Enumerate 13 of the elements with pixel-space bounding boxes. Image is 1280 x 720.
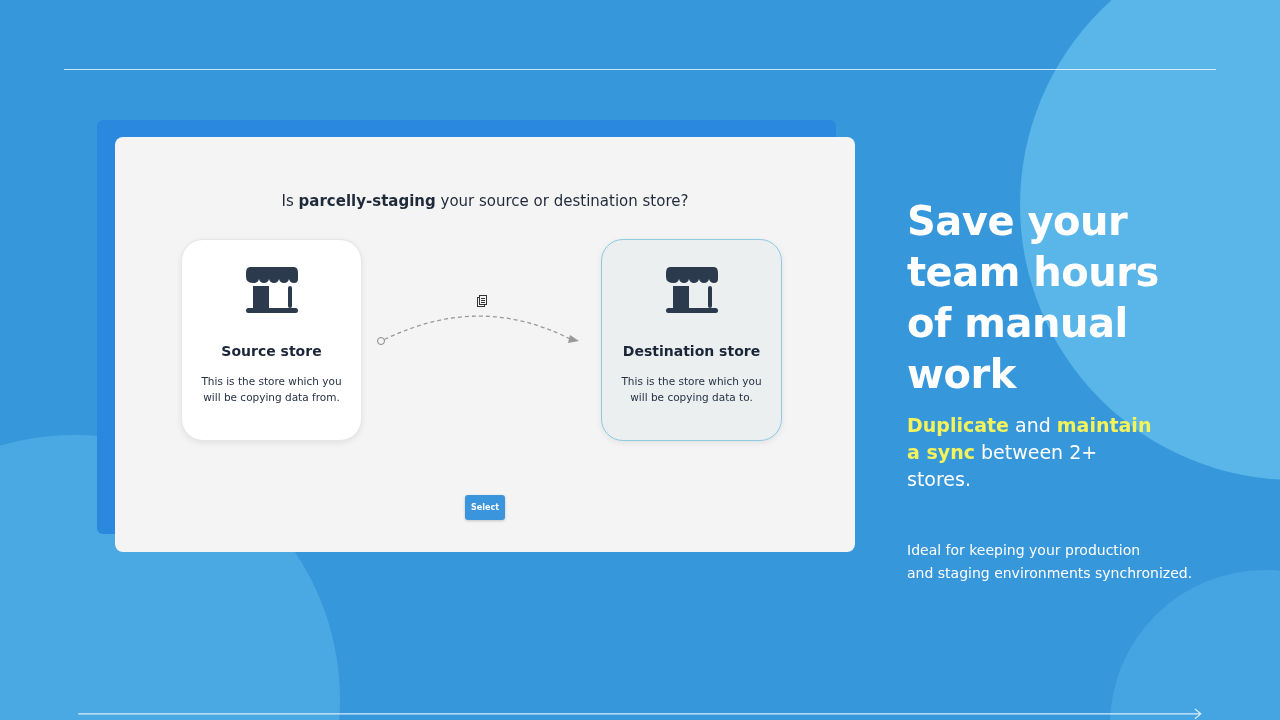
subheadline: Duplicate and maintain a sync between 2+ stores. <box>907 412 1153 492</box>
storefront-icon <box>663 264 720 315</box>
store-option[interactable]: Source store This is the store which you will be copying data from. <box>181 238 362 441</box>
store-option[interactable]: Destination store This is the store which you will be copying data to. <box>601 238 782 441</box>
storefront-icon <box>243 264 300 315</box>
store-title: Source store <box>221 342 322 359</box>
headline: Save your team hours of manual work <box>907 196 1160 399</box>
note-text: Ideal for keeping your production and staging environments synchronized. <box>907 540 1194 583</box>
store-title: Destination store <box>622 342 761 359</box>
store-description: This is the store which you will be copying data from. <box>200 373 343 405</box>
copy-icon <box>477 294 487 307</box>
store-description: This is the store which you will be copying data to. <box>620 373 763 405</box>
dialog-question: Is parcelly-staging your source or destination store? <box>281 190 689 211</box>
